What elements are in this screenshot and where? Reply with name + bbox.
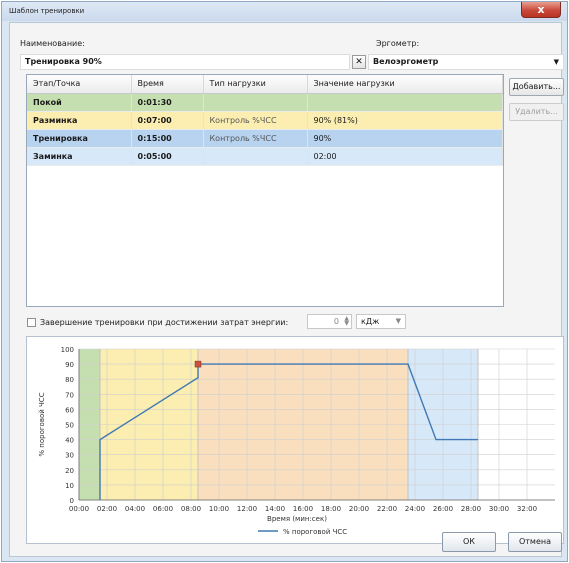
spinner-arrows-icon: ▲ ▼ bbox=[344, 315, 349, 327]
dialog-body: Наименование: Тренировка 90% ✕ Эргометр:… bbox=[9, 22, 564, 557]
remove-stage-button[interactable]: Удалить... bbox=[509, 103, 564, 121]
y-tick-label: 50 bbox=[65, 422, 74, 430]
y-tick-label: 80 bbox=[65, 376, 74, 384]
name-field[interactable]: Тренировка 90% bbox=[20, 54, 350, 70]
table-row[interactable]: Покой 0:01:30 bbox=[27, 93, 503, 112]
y-tick-label: 70 bbox=[65, 391, 74, 399]
cell-stage: Разминка bbox=[27, 111, 132, 130]
x-tick-label: 24:00 bbox=[405, 505, 425, 513]
cell-value bbox=[307, 93, 503, 112]
table-row[interactable]: Заминка 0:05:00 02:00 bbox=[27, 147, 503, 166]
stages-table[interactable]: Этап/Точка Время Тип нагрузки Значение н… bbox=[26, 74, 504, 307]
cell-type: Контроль %ЧСС bbox=[203, 111, 308, 130]
x-tick-label: 08:00 bbox=[181, 505, 201, 513]
x-tick-label: 32:00 bbox=[517, 505, 537, 513]
template-dialog: Шаблон тренировки x Наименование: Тренир… bbox=[1, 1, 568, 562]
ok-button[interactable]: ОК bbox=[442, 532, 496, 552]
y-tick-label: 30 bbox=[65, 452, 74, 460]
chevron-down-icon: ▼ bbox=[553, 58, 559, 66]
x-tick-label: 20:00 bbox=[349, 505, 369, 513]
x-tick-label: 30:00 bbox=[489, 505, 509, 513]
ergometer-select[interactable]: Велоэргометр ▼ bbox=[368, 54, 564, 70]
cancel-button[interactable]: Отмена bbox=[508, 532, 562, 552]
energy-unit-value: кДж bbox=[361, 317, 380, 326]
name-value: Тренировка 90% bbox=[25, 57, 102, 66]
title-bar: Шаблон тренировки x bbox=[2, 2, 567, 21]
cell-value: 90% bbox=[307, 129, 503, 148]
clear-name-button[interactable]: ✕ bbox=[352, 55, 366, 69]
x-tick-label: 06:00 bbox=[153, 505, 173, 513]
x-tick-label: 26:00 bbox=[433, 505, 453, 513]
x-tick-label: 04:00 bbox=[125, 505, 145, 513]
cell-time: 0:01:30 bbox=[131, 93, 204, 112]
energy-checkbox-label: Завершение тренировки при достижении зат… bbox=[40, 318, 289, 327]
x-tick-label: 16:00 bbox=[293, 505, 313, 513]
column-header-time[interactable]: Время bbox=[131, 75, 204, 94]
y-tick-label: 10 bbox=[65, 482, 74, 490]
energy-checkbox[interactable] bbox=[27, 318, 36, 327]
cell-stage: Покой bbox=[27, 93, 132, 112]
y-tick-label: 0 bbox=[70, 497, 74, 505]
cell-stage: Тренировка bbox=[27, 129, 132, 148]
x-axis-label: Время (мин:сек) bbox=[267, 515, 327, 523]
x-tick-label: 28:00 bbox=[461, 505, 481, 513]
y-axis-label: % пороговой ЧСС bbox=[38, 392, 46, 456]
x-tick-label: 00:00 bbox=[69, 505, 89, 513]
data-point-marker bbox=[194, 360, 202, 368]
cell-stage: Заминка bbox=[27, 147, 132, 166]
y-tick-label: 20 bbox=[65, 467, 74, 475]
y-tick-label: 100 bbox=[61, 346, 74, 354]
cell-value: 02:00 bbox=[307, 147, 503, 166]
chevron-down-icon: ▼ bbox=[395, 317, 401, 325]
cell-type bbox=[203, 147, 308, 166]
energy-value-spinner[interactable]: 0 ▲ ▼ bbox=[307, 314, 352, 329]
energy-unit-select[interactable]: кДж ▼ bbox=[356, 314, 406, 329]
column-header-load-value[interactable]: Значение нагрузки bbox=[307, 75, 503, 94]
ergometer-label: Эргометр: bbox=[376, 39, 420, 48]
table-row[interactable]: Тренировка 0:15:00 Контроль %ЧСС 90% bbox=[27, 129, 503, 148]
close-button[interactable]: x bbox=[521, 2, 561, 18]
x-tick-label: 12:00 bbox=[237, 505, 257, 513]
name-label: Наименование: bbox=[20, 39, 85, 48]
chart-panel: 0 10 20 30 40 50 60 70 80 90 100 00:00 02:00 04:00 06:… bbox=[26, 336, 564, 544]
cell-type: Контроль %ЧСС bbox=[203, 129, 308, 148]
window-title: Шаблон тренировки bbox=[9, 7, 85, 15]
x-tick-label: 02:00 bbox=[97, 505, 117, 513]
x-tick-label: 22:00 bbox=[377, 505, 397, 513]
add-stage-button[interactable]: Добавить... bbox=[509, 78, 564, 96]
energy-value: 0 bbox=[333, 317, 339, 326]
x-tick-label: 18:00 bbox=[321, 505, 341, 513]
legend-label: % пороговой ЧСС bbox=[283, 528, 347, 536]
cell-type bbox=[203, 93, 308, 112]
ergometer-value: Велоэргометр bbox=[373, 57, 439, 66]
x-tick-label: 14:00 bbox=[265, 505, 285, 513]
column-header-stage[interactable]: Этап/Точка bbox=[27, 75, 132, 94]
hr-chart: 0 10 20 30 40 50 60 70 80 90 100 00:00 02:00 04:00 06:… bbox=[38, 346, 555, 536]
cell-value: 90% (81%) bbox=[307, 111, 503, 130]
cell-time: 0:15:00 bbox=[131, 129, 204, 148]
y-tick-label: 60 bbox=[65, 406, 74, 414]
x-tick-label: 10:00 bbox=[209, 505, 229, 513]
table-header-row: Этап/Точка Время Тип нагрузки Значение н… bbox=[27, 75, 503, 94]
cell-time: 0:05:00 bbox=[131, 147, 204, 166]
column-header-load-type[interactable]: Тип нагрузки bbox=[203, 75, 308, 94]
table-row[interactable]: Разминка 0:07:00 Контроль %ЧСС 90% (81%) bbox=[27, 111, 503, 130]
cell-time: 0:07:00 bbox=[131, 111, 204, 130]
y-tick-label: 90 bbox=[65, 361, 74, 369]
y-tick-label: 40 bbox=[65, 437, 74, 445]
